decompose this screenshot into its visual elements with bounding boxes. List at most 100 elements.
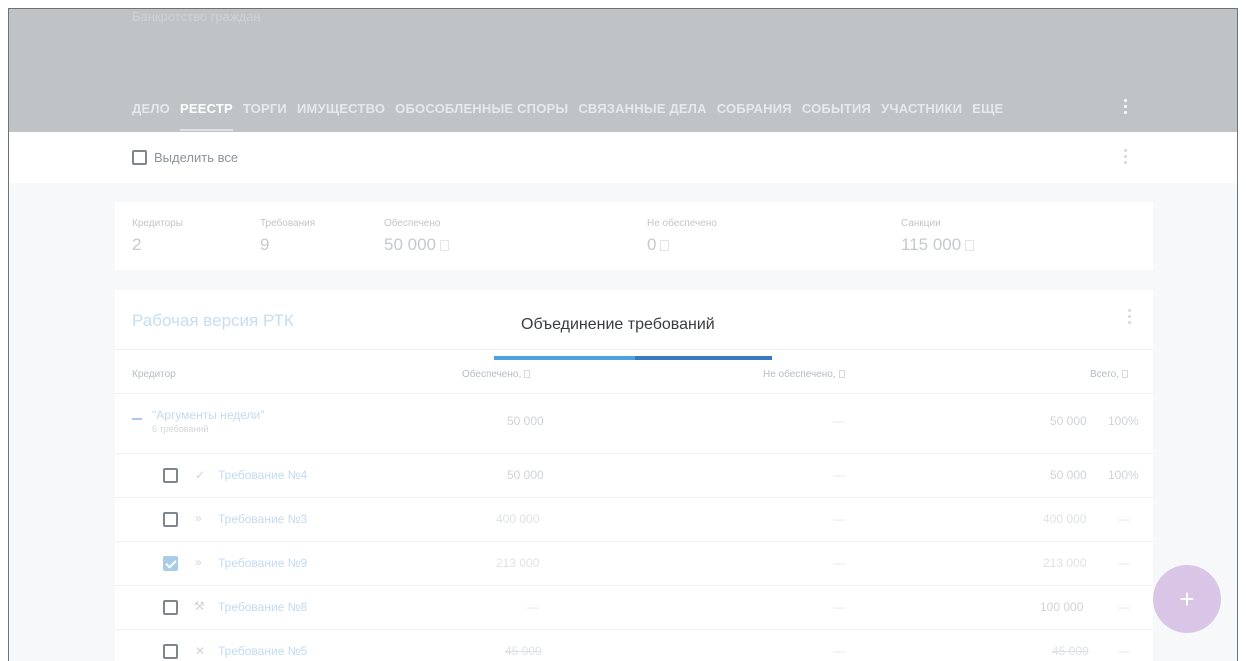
stat-sanctions: Санкции 115 000 xyxy=(901,218,975,255)
stat-creditors: Кредиторы 2 xyxy=(132,218,183,255)
select-all-label: Выделить все xyxy=(154,150,239,165)
column-header-unsecured[interactable]: Не обеспечено, xyxy=(763,369,845,380)
add-button[interactable]: + xyxy=(1153,565,1221,633)
column-header-secured[interactable]: Обеспечено, xyxy=(462,369,531,380)
stat-claims: Требования 9 xyxy=(260,218,315,255)
merge-claims-title: Объединение требований xyxy=(521,316,715,333)
tab-case[interactable]: ДЕЛО xyxy=(132,101,170,116)
stat-amount: 115 000 xyxy=(901,235,962,254)
claim-name[interactable]: Требование №8 xyxy=(218,600,307,614)
divider xyxy=(115,349,1153,350)
tab-participants[interactable]: УЧАСТНИКИ xyxy=(881,101,962,116)
select-all-control[interactable]: Выделить все xyxy=(132,150,238,165)
currency-icon xyxy=(440,240,449,252)
claim-checkbox-checked[interactable] xyxy=(163,556,178,571)
claim-row[interactable]: ✕ Требование №5 45 000 — 45 000 — xyxy=(115,629,1153,661)
cell-secured: — xyxy=(527,600,539,614)
cell-unsecured: — xyxy=(833,414,845,428)
cell-percent: 100% xyxy=(1108,468,1139,482)
creditor-info: "Аргументы недели" 6 требований xyxy=(152,408,264,434)
cell-percent: — xyxy=(1118,600,1130,614)
cell-total: 213 000 xyxy=(1043,556,1087,570)
stat-value: 9 xyxy=(260,235,270,254)
cell-unsecured: — xyxy=(833,468,845,482)
stat-unsecured: Не обеспечено 0 xyxy=(647,218,717,255)
stat-amount: 0 xyxy=(647,235,657,254)
cell-unsecured: — xyxy=(833,556,845,570)
cell-percent: — xyxy=(1118,512,1130,526)
cell-total: 400 000 xyxy=(1043,512,1087,526)
cell-total: 50 000 xyxy=(1050,414,1087,428)
claim-name[interactable]: Требование №3 xyxy=(218,512,307,526)
app-header: Банкротство граждан ДЕЛО РЕЕСТР ТОРГИ ИМ… xyxy=(9,9,1237,132)
column-header-label: Всего, xyxy=(1090,369,1119,380)
cell-secured: 213 000 xyxy=(496,556,540,570)
tab-related-cases[interactable]: СВЯЗАННЫЕ ДЕЛА xyxy=(578,101,706,116)
panel-more-menu-icon[interactable] xyxy=(1128,309,1132,324)
stat-label: Санкции xyxy=(901,218,941,229)
cell-percent: 100% xyxy=(1108,414,1139,428)
cell-secured: 50 000 xyxy=(507,468,544,482)
claim-checkbox[interactable] xyxy=(163,644,178,659)
claim-name[interactable]: Требование №9 xyxy=(218,556,307,570)
cell-unsecured: — xyxy=(833,600,845,614)
stat-value: 50 000 xyxy=(384,235,449,255)
progress-segment xyxy=(635,356,772,360)
stat-label: Требования xyxy=(260,218,316,229)
column-header-label: Не обеспечено, xyxy=(763,369,836,380)
claim-checkbox[interactable] xyxy=(163,468,178,483)
stat-label: Не обеспечено xyxy=(647,218,717,229)
creditor-group-row[interactable]: "Аргументы недели" 6 требований 50 000 —… xyxy=(115,393,1153,453)
currency-icon xyxy=(1122,370,1128,379)
progress-segment xyxy=(494,356,635,360)
stat-secured: Обеспечено 50 000 xyxy=(384,218,449,255)
tab-auctions[interactable]: ТОРГИ xyxy=(243,101,287,116)
stat-label: Обеспечено xyxy=(384,218,441,229)
hammer-icon: ⚒ xyxy=(194,599,205,613)
cell-total: 100 000 xyxy=(1040,600,1084,614)
selection-toolbar: Выделить все xyxy=(9,132,1237,183)
merge-progress-bar xyxy=(494,356,772,360)
cell-percent: — xyxy=(1118,644,1130,658)
claim-checkbox[interactable] xyxy=(163,600,178,615)
claim-checkbox[interactable] xyxy=(163,512,178,527)
main-tabs: ДЕЛО РЕЕСТР ТОРГИ ИМУЩЕСТВО ОБОСОБЛЕННЫЕ… xyxy=(132,101,1003,131)
check-icon: ✓ xyxy=(195,468,206,482)
tab-registry[interactable]: РЕЕСТР xyxy=(179,101,233,131)
stat-label: Кредиторы xyxy=(132,218,183,229)
collapse-icon[interactable] xyxy=(132,418,142,420)
tab-more[interactable]: ЕЩЕ xyxy=(972,101,1003,116)
claim-name[interactable]: Требование №4 xyxy=(218,468,307,482)
tab-property[interactable]: ИМУЩЕСТВО xyxy=(297,101,385,116)
stat-value: 0 xyxy=(647,235,717,255)
column-header-label: Обеспечено, xyxy=(462,369,522,380)
claim-row[interactable]: ✓ Требование №4 50 000 — 50 000 100% xyxy=(115,453,1153,497)
stat-value: 2 xyxy=(132,235,142,254)
tab-meetings[interactable]: СОБРАНИЯ xyxy=(717,101,792,116)
cell-total: 45 000 xyxy=(1052,644,1089,658)
cell-secured: 400 000 xyxy=(496,512,540,526)
select-all-checkbox[interactable] xyxy=(132,150,147,165)
cell-total: 50 000 xyxy=(1050,468,1087,482)
claim-row[interactable]: ⚒ Требование №8 — — 100 000 — xyxy=(115,585,1153,629)
toolbar-more-menu-icon[interactable] xyxy=(1124,149,1128,164)
case-title: Банкротство граждан xyxy=(132,9,261,24)
claim-row[interactable]: » Требование №3 400 000 — 400 000 — xyxy=(115,497,1153,541)
claim-row[interactable]: » Требование №9 213 000 — 213 000 — xyxy=(115,541,1153,585)
panel-title[interactable]: Рабочая версия РТК xyxy=(132,311,294,331)
cell-secured: 50 000 xyxy=(507,414,544,428)
column-header-total[interactable]: Всего, xyxy=(1090,369,1128,380)
tab-events[interactable]: СОБЫТИЯ xyxy=(802,101,871,116)
cell-unsecured: — xyxy=(833,512,845,526)
tab-separate-disputes[interactable]: ОБОСОБЛЕННЫЕ СПОРЫ xyxy=(395,101,568,116)
header-more-menu-icon[interactable] xyxy=(1124,99,1128,114)
column-header-creditor[interactable]: Кредитор xyxy=(132,369,176,380)
stat-amount: 50 000 xyxy=(384,235,436,254)
currency-icon xyxy=(660,240,670,252)
stat-value: 115 000 xyxy=(901,235,975,255)
currency-icon xyxy=(965,240,975,252)
creditor-name[interactable]: "Аргументы недели" xyxy=(152,408,264,422)
registry-summary: Кредиторы 2 Требования 9 Обеспечено 50 0… xyxy=(115,202,1153,270)
claim-name[interactable]: Требование №5 xyxy=(218,644,307,658)
double-chevron-icon: » xyxy=(195,555,202,569)
